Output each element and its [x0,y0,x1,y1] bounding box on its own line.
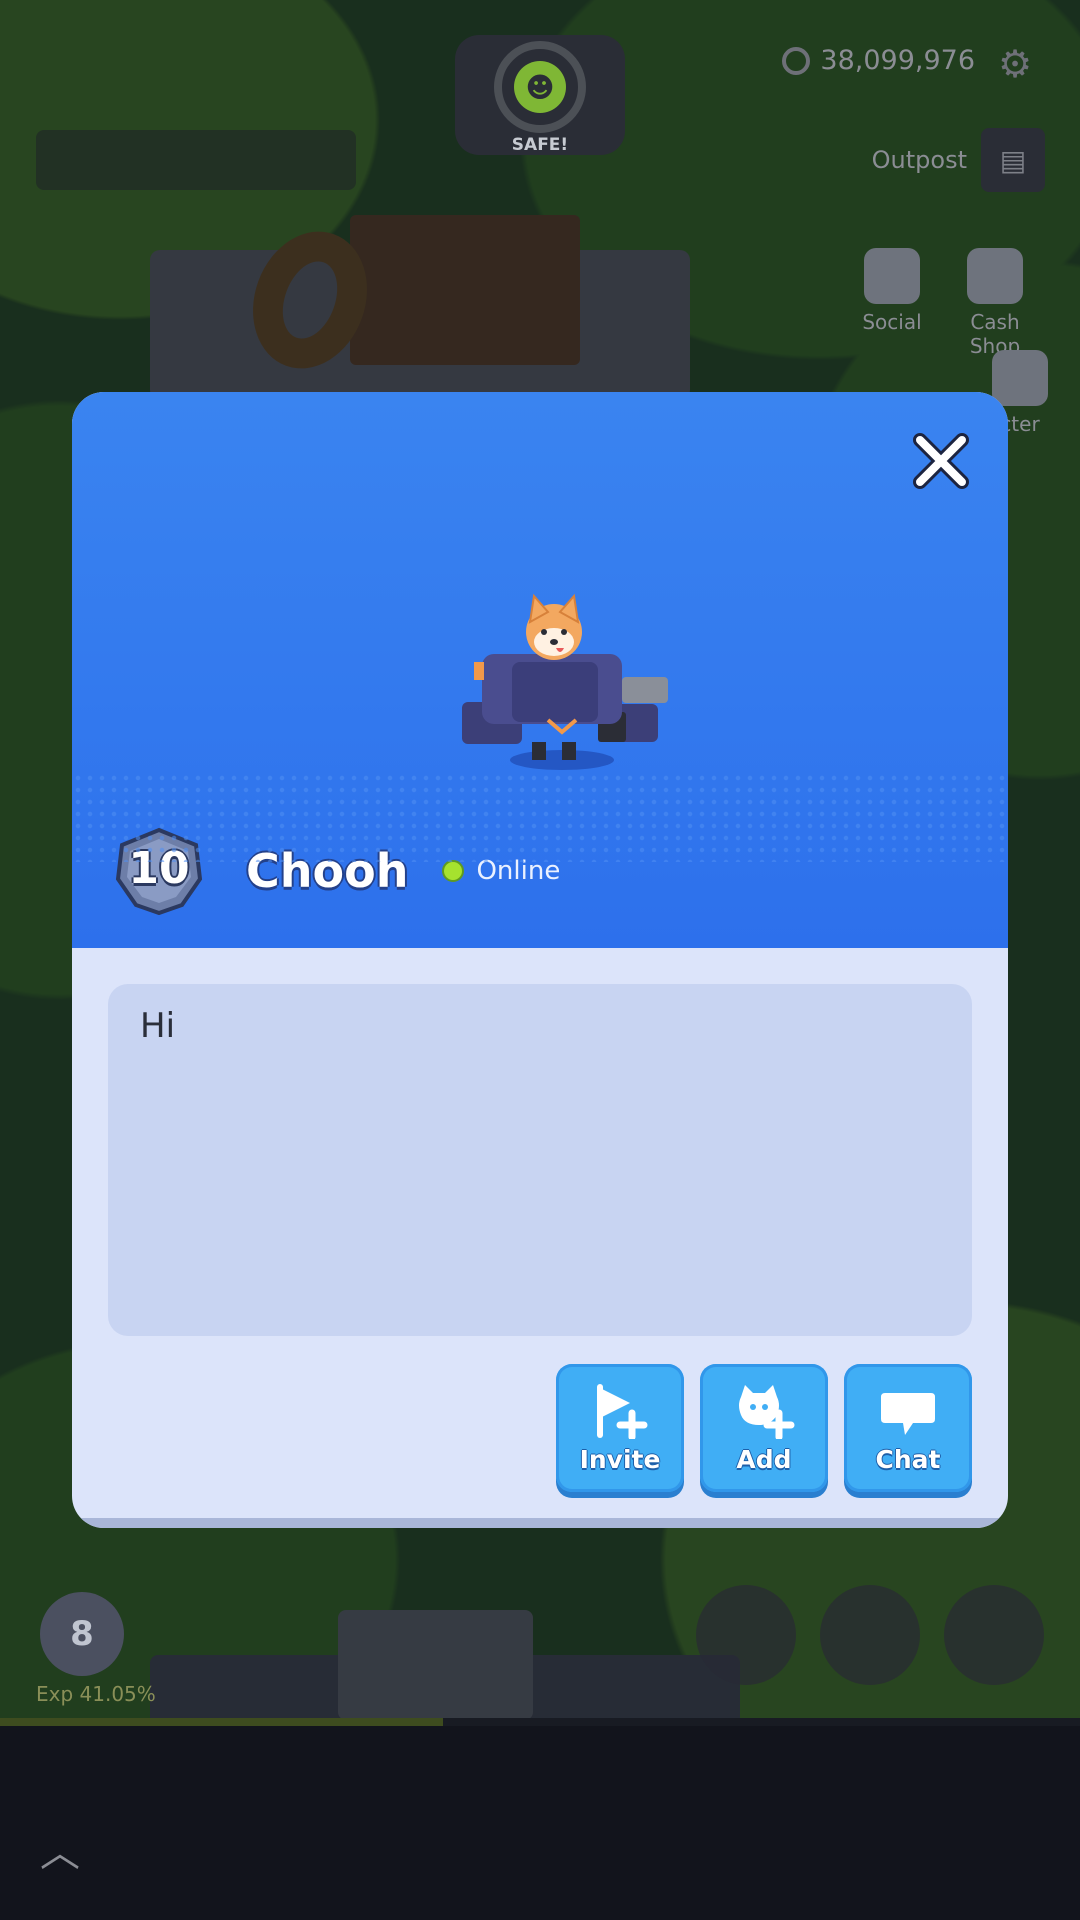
social-label: Social [862,310,922,334]
action-slot-2[interactable] [820,1585,920,1685]
close-icon [913,433,969,489]
exp-label: Exp 41.05% [36,1682,156,1706]
invite-button[interactable]: Invite [556,1364,684,1492]
chat-label: Chat [875,1445,941,1474]
online-status-text: Online [476,856,561,886]
chat-button[interactable]: Chat [844,1364,972,1492]
flag-plus-icon [597,1384,648,1439]
safe-label: SAFE! [511,135,569,155]
profile-header: 10 Chooh Online [72,392,1008,948]
add-friend-icon [739,1385,795,1439]
chevron-up-icon[interactable]: ︿ [40,1820,80,1878]
player-name: Chooh [246,844,409,898]
safe-ring: ☻ [494,41,586,133]
close-button[interactable] [910,430,972,492]
action-slot-1[interactable] [696,1585,796,1685]
speech-bubble-icon [881,1393,935,1435]
online-status-dot [442,860,465,882]
invite-label: Invite [579,1445,661,1474]
level-shield-badge: 10 [112,827,206,916]
smiley-icon: ☻ [514,61,566,113]
currency-display: 38,099,976 [782,45,975,76]
player-info-row: 10 Chooh Online [112,827,561,916]
coin-icon [782,46,811,75]
profile-message-box: Hi [108,984,972,1336]
profile-action-buttons: Invite Add Chat [556,1364,972,1492]
quest-panel[interactable] [36,130,356,190]
currency-value: 38,099,976 [820,45,975,76]
social-button[interactable]: Social [842,248,942,334]
social-icon [864,248,920,304]
outpost-control[interactable]: Outpost ▤ [872,128,1045,192]
add-label: Add [736,1445,792,1474]
character-avatar [462,593,668,770]
safe-status-badge[interactable]: ☻ SAFE! [455,35,625,155]
shopping-bag-icon [967,248,1023,304]
add-friend-button[interactable]: Add [700,1364,828,1492]
action-slot-3[interactable] [944,1585,1044,1685]
profile-message: Hi [140,1006,176,1046]
outpost-label: Outpost [871,146,967,174]
player-profile-popup: 10 Chooh Online Hi Invite Add Chat [72,392,1008,1528]
gear-icon[interactable]: ⚙ [995,44,1035,84]
profile-level: 10 [128,843,190,894]
popup-bottom-edge [72,1518,1008,1528]
cash-shop-button[interactable]: Cash Shop [945,248,1045,358]
map-icon[interactable]: ▤ [981,128,1045,192]
player-level-badge[interactable]: 8 [40,1592,124,1676]
